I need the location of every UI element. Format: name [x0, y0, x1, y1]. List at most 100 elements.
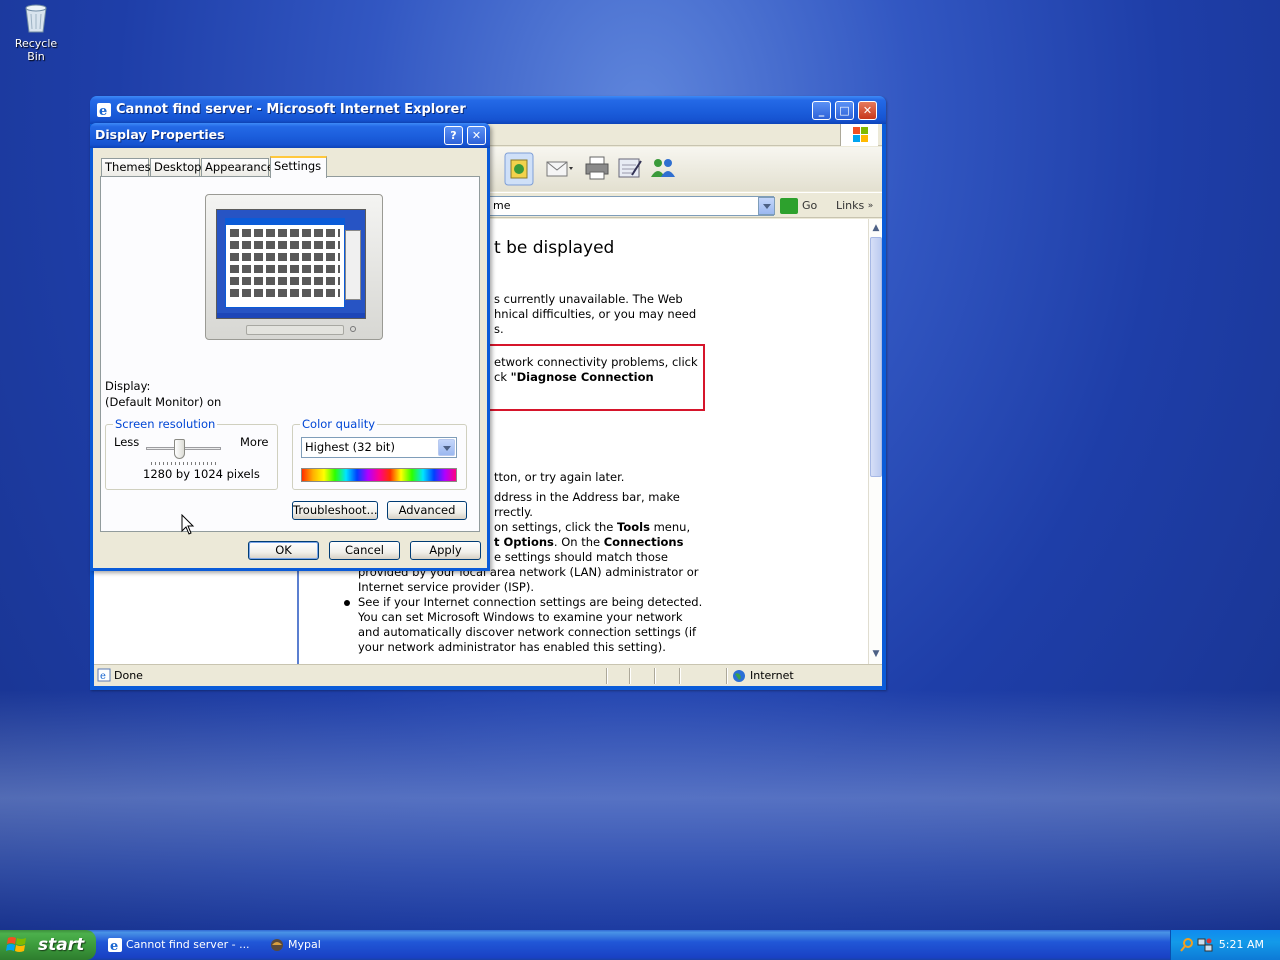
page-text: menu, — [649, 520, 691, 534]
edit-icon[interactable] — [614, 153, 644, 183]
monitor-preview — [205, 194, 383, 340]
page-text-line: t Options. On the Connections — [494, 535, 683, 550]
chevron-right-icon: » — [867, 201, 874, 211]
preview-window — [225, 218, 345, 308]
history-button[interactable] — [504, 152, 534, 186]
go-button[interactable]: Go — [780, 197, 817, 215]
search-icon[interactable] — [1179, 937, 1195, 953]
minimize-icon: _ — [818, 104, 825, 117]
ie-logo-icon: e — [108, 938, 122, 953]
monitor-screen — [216, 209, 366, 319]
scroll-thumb[interactable] — [870, 237, 882, 477]
dialog-body: Themes Desktop Appearance Settings Displ… — [93, 148, 487, 568]
tab-appearance[interactable]: Appearance — [201, 158, 274, 176]
mail-icon[interactable] — [544, 153, 574, 183]
dialog-close-button[interactable]: ✕ — [467, 126, 486, 145]
page-text-line: tton, or try again later. — [494, 470, 625, 484]
start-label: start — [38, 935, 85, 955]
internet-options-label: t Options — [494, 535, 554, 549]
page-text-line: Internet service provider (ISP). — [358, 580, 534, 594]
page-heading: t be displayed — [494, 238, 615, 258]
network-icon[interactable] — [1197, 937, 1213, 953]
color-quality-group: Color quality Highest (32 bit) — [292, 417, 467, 490]
display-label: Display: — [105, 379, 151, 393]
color-quality-select[interactable]: Highest (32 bit) — [301, 437, 457, 458]
close-button[interactable]: ✕ — [858, 101, 877, 120]
recycle-bin-icon — [25, 4, 47, 33]
monitor-base — [246, 325, 344, 335]
help-button[interactable]: ? — [444, 126, 463, 145]
address-value: me — [493, 199, 511, 212]
recycle-bin-shortcut[interactable]: Recycle Bin — [6, 2, 66, 63]
status-separator — [629, 668, 631, 684]
tab-desktop[interactable]: Desktop — [150, 158, 201, 176]
taskbar: start e Cannot find server - ... Mypal 5… — [0, 930, 1280, 960]
clock[interactable]: 5:21 AM — [1219, 930, 1264, 960]
print-icon[interactable] — [582, 153, 612, 183]
mouse-cursor-icon — [181, 514, 195, 535]
windows-flag-icon — [6, 937, 26, 952]
taskbar-item-label: Mypal — [288, 938, 321, 951]
messenger-icon[interactable] — [648, 153, 678, 183]
taskbar-item-ie[interactable]: e Cannot find server - ... — [104, 932, 260, 958]
ok-button[interactable]: OK — [248, 541, 319, 560]
windows-flag-logo — [840, 124, 878, 146]
screen-resolution-legend: Screen resolution — [113, 417, 218, 431]
color-spectrum-bar — [301, 468, 457, 482]
resolution-slider[interactable] — [174, 439, 185, 459]
diagnose-text-line: etwork connectivity problems, click — [494, 355, 698, 369]
maximize-button[interactable]: □ — [835, 101, 854, 120]
mypal-icon — [271, 939, 283, 951]
address-dropdown-button[interactable] — [758, 197, 775, 215]
page-text-line: s. — [494, 322, 504, 336]
troubleshoot-button[interactable]: Troubleshoot... — [292, 501, 378, 520]
ie-status-bar: e Done Internet — [94, 664, 882, 686]
advanced-button[interactable]: Advanced — [387, 501, 467, 520]
dialog-title-bar[interactable]: Display Properties ? ✕ — [90, 123, 490, 148]
cancel-button[interactable]: Cancel — [329, 541, 400, 560]
status-separator — [726, 668, 728, 684]
system-tray: 5:21 AM — [1170, 930, 1280, 960]
status-separator — [679, 668, 681, 684]
status-separator — [606, 668, 608, 684]
status-text: Done — [114, 669, 143, 682]
links-label: Links — [836, 199, 865, 212]
page-text-line: You can set Microsoft Windows to examine… — [358, 610, 683, 624]
page-text-line: your network administrator has enabled t… — [358, 640, 666, 654]
go-arrow-icon — [780, 198, 798, 214]
recycle-bin-label: Recycle Bin — [14, 37, 58, 63]
page-text-line: ddress in the Address bar, make — [494, 490, 680, 504]
color-quality-legend: Color quality — [300, 417, 378, 431]
svg-text:e: e — [100, 671, 106, 682]
status-separator — [654, 668, 656, 684]
scroll-up-icon[interactable]: ▲ — [870, 221, 882, 235]
preview-window-secondary — [345, 230, 361, 300]
start-button[interactable]: start — [0, 930, 96, 960]
chevron-down-icon[interactable] — [438, 439, 455, 456]
tab-themes[interactable]: Themes — [101, 158, 151, 176]
page-text-line: See if your Internet connection settings… — [358, 595, 703, 609]
taskbar-item-mypal[interactable]: Mypal — [266, 932, 422, 958]
minimize-button[interactable]: _ — [812, 101, 831, 120]
page-text-line: rrectly. — [494, 505, 533, 519]
preview-thumbnails — [230, 229, 340, 301]
connections-tab-label: Connections — [603, 535, 684, 549]
power-led-icon — [350, 326, 356, 332]
tab-settings[interactable]: Settings — [270, 156, 327, 178]
apply-button[interactable]: Apply — [410, 541, 481, 560]
links-button[interactable]: Links » — [836, 197, 873, 215]
ie-window-title: Cannot find server - Microsoft Internet … — [116, 102, 466, 117]
page-text: . On the — [553, 535, 604, 549]
help-icon: ? — [450, 129, 457, 142]
settings-panel: Display: (Default Monitor) on Screen res… — [100, 176, 480, 532]
scroll-down-icon[interactable]: ▼ — [870, 647, 882, 661]
desktop-background — [0, 690, 1280, 930]
ie-title-bar[interactable]: e Cannot find server - Microsoft Interne… — [90, 96, 886, 124]
page-text: on settings, click the — [494, 520, 618, 534]
diagnose-connection-label: "Diagnose Connection — [510, 370, 654, 384]
ie-logo-icon: e — [97, 103, 111, 118]
svg-text:e: e — [110, 939, 118, 953]
taskbar-item-label: Cannot find server - ... — [126, 938, 250, 951]
preview-taskbar — [217, 313, 365, 318]
page-vertical-scrollbar[interactable]: ▲ ▼ — [868, 219, 882, 664]
